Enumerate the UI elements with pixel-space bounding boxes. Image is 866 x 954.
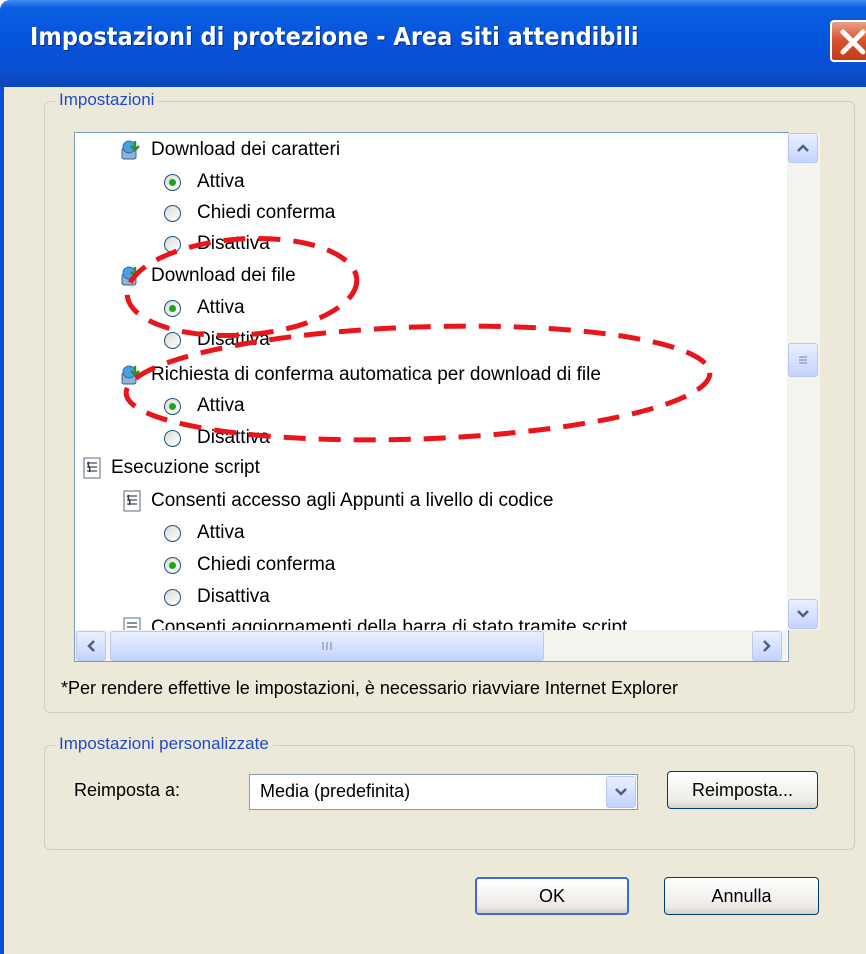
- list-item[interactable]: Esecuzione script: [81, 453, 260, 483]
- radio-label: Attiva: [197, 522, 245, 543]
- radio-option[interactable]: Chiedi conferma: [164, 198, 335, 228]
- radio-option[interactable]: Attiva: [164, 293, 245, 323]
- horizontal-scrollbar[interactable]: [75, 630, 787, 661]
- radio-label: Attiva: [197, 297, 245, 318]
- chevron-left-icon: [87, 640, 95, 652]
- scroll-up-button[interactable]: [788, 133, 818, 163]
- radio-label: Disattiva: [197, 427, 270, 448]
- dropdown-button[interactable]: [606, 776, 636, 808]
- list-item[interactable]: Richiesta di conferma automatica per dow…: [121, 360, 601, 390]
- radio-button[interactable]: [164, 429, 181, 447]
- reset-level-value: Media (predefinita): [260, 781, 411, 801]
- radio-option[interactable]: Attiva: [164, 518, 245, 548]
- scroll-left-button[interactable]: [76, 631, 106, 661]
- scroll-thumb[interactable]: [110, 631, 544, 661]
- close-icon: [840, 29, 866, 55]
- download-icon: [121, 364, 143, 386]
- close-button[interactable]: [830, 20, 866, 62]
- list-item-label: Esecuzione script: [111, 457, 260, 478]
- radio-button-selected[interactable]: [164, 556, 181, 574]
- radio-label: Disattiva: [197, 233, 270, 254]
- script-icon: [121, 490, 143, 512]
- chevron-down-icon: [615, 788, 627, 796]
- list-item-label: Download dei file: [151, 265, 296, 286]
- list-item[interactable]: Download dei file: [121, 261, 296, 291]
- custom-group-label: Impostazioni personalizzate: [55, 734, 273, 754]
- radio-button[interactable]: [164, 204, 181, 222]
- radio-label: Disattiva: [197, 586, 270, 607]
- grip-icon: [322, 642, 332, 650]
- radio-option[interactable]: Disattiva: [164, 325, 270, 355]
- chevron-up-icon: [797, 144, 809, 152]
- radio-option[interactable]: Chiedi conferma: [164, 550, 335, 580]
- chevron-right-icon: [763, 640, 771, 652]
- list-item-label: Richiesta di conferma automatica per dow…: [151, 364, 601, 385]
- reset-button[interactable]: Reimposta...: [667, 771, 818, 809]
- radio-button[interactable]: [164, 588, 181, 606]
- radio-button-selected[interactable]: [164, 299, 181, 317]
- radio-option[interactable]: Attiva: [164, 391, 245, 421]
- radio-button[interactable]: [164, 235, 181, 253]
- radio-option[interactable]: Attiva: [164, 167, 245, 197]
- list-item[interactable]: Consenti accesso agli Appunti a livello …: [121, 486, 553, 516]
- list-item-label: Download dei caratteri: [151, 139, 341, 160]
- window-title: Impostazioni di protezione - Area siti a…: [30, 22, 639, 51]
- radio-button-selected[interactable]: [164, 173, 181, 191]
- scroll-down-button[interactable]: [788, 599, 818, 629]
- scroll-thumb[interactable]: [788, 343, 818, 377]
- radio-label: Attiva: [197, 171, 245, 192]
- chevron-down-icon: [797, 610, 809, 618]
- radio-label: Disattiva: [197, 329, 270, 350]
- list-item[interactable]: Download dei caratteri: [121, 135, 340, 165]
- script-icon: [81, 457, 103, 479]
- radio-label: Chiedi conferma: [197, 554, 336, 575]
- cancel-button[interactable]: Annulla: [664, 877, 819, 915]
- reset-level-select[interactable]: Media (predefinita): [249, 774, 638, 810]
- grip-icon: [799, 356, 807, 364]
- radio-option[interactable]: Disattiva: [164, 229, 270, 259]
- scroll-right-button[interactable]: [752, 631, 782, 661]
- radio-option[interactable]: Disattiva: [164, 582, 270, 612]
- settings-group-label: Impostazioni: [55, 90, 159, 110]
- download-icon: [121, 139, 143, 161]
- radio-button-selected[interactable]: [164, 397, 181, 415]
- list-item-label: Consenti accesso agli Appunti a livello …: [151, 490, 554, 511]
- settings-tree-list[interactable]: Download dei caratteri Attiva Chiedi con…: [74, 132, 789, 662]
- radio-button[interactable]: [164, 524, 181, 542]
- radio-label: Attiva: [197, 395, 245, 416]
- radio-option[interactable]: Disattiva: [164, 423, 270, 453]
- title-bar[interactable]: Impostazioni di protezione - Area siti a…: [0, 0, 866, 87]
- restart-note: *Per rendere effettive le impostazioni, …: [61, 678, 678, 698]
- ok-button[interactable]: OK: [475, 877, 629, 915]
- radio-button[interactable]: [164, 331, 181, 349]
- vertical-scrollbar[interactable]: [787, 133, 820, 630]
- download-icon: [121, 265, 143, 287]
- radio-label: Chiedi conferma: [197, 202, 336, 223]
- security-settings-dialog: Impostazioni di protezione - Area siti a…: [0, 0, 866, 954]
- reset-to-label: Reimposta a:: [74, 780, 181, 800]
